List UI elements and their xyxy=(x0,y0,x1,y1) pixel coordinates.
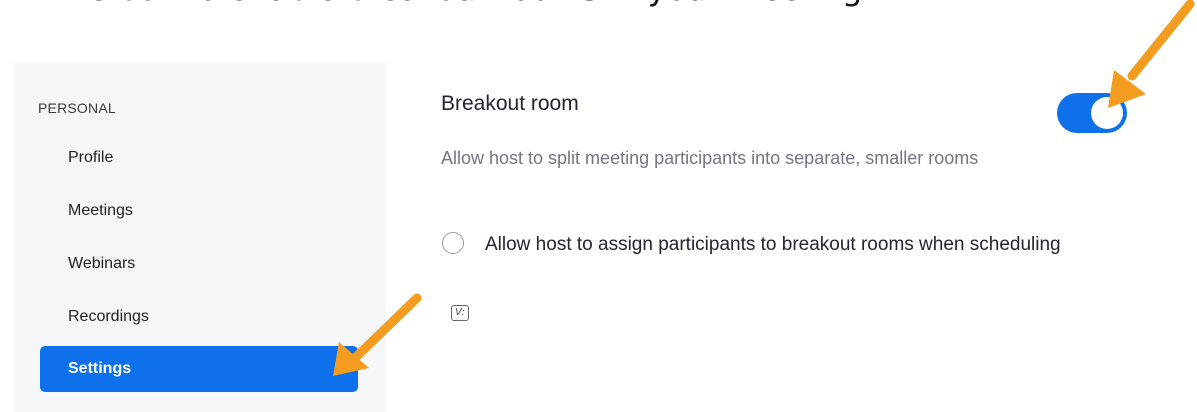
assign-participants-label[interactable]: Allow host to assign participants to bre… xyxy=(485,228,1085,262)
sidebar-item-webinars[interactable]: Webinars xyxy=(40,241,358,287)
sidebar-item-meetings[interactable]: Meetings xyxy=(40,188,358,234)
setting-description: Allow host to split meeting participants… xyxy=(441,148,979,168)
sidebar-item-label: Profile xyxy=(68,149,114,166)
v-info-icon[interactable]: V: xyxy=(451,305,469,321)
sidebar-item-label: Recordings xyxy=(68,308,149,325)
setting-title: Breakout room xyxy=(441,92,579,115)
sidebar-item-profile[interactable]: Profile xyxy=(40,135,358,181)
sidebar-item-label: Settings xyxy=(68,360,132,377)
settings-main-panel: Breakout room Allow host to split meetin… xyxy=(441,0,1197,412)
sidebar-section-personal: PERSONAL xyxy=(38,100,116,116)
assign-participants-checkbox[interactable] xyxy=(442,232,464,254)
sidebar-item-label: Webinars xyxy=(68,255,136,272)
arrow-to-settings-icon xyxy=(333,293,422,376)
sidebar-item-settings[interactable]: Settings xyxy=(40,346,358,392)
sidebar-item-recordings[interactable]: Recordings xyxy=(40,294,358,340)
sidebar-item-label: Meetings xyxy=(68,202,133,219)
arrow-to-toggle-icon xyxy=(1108,0,1195,108)
